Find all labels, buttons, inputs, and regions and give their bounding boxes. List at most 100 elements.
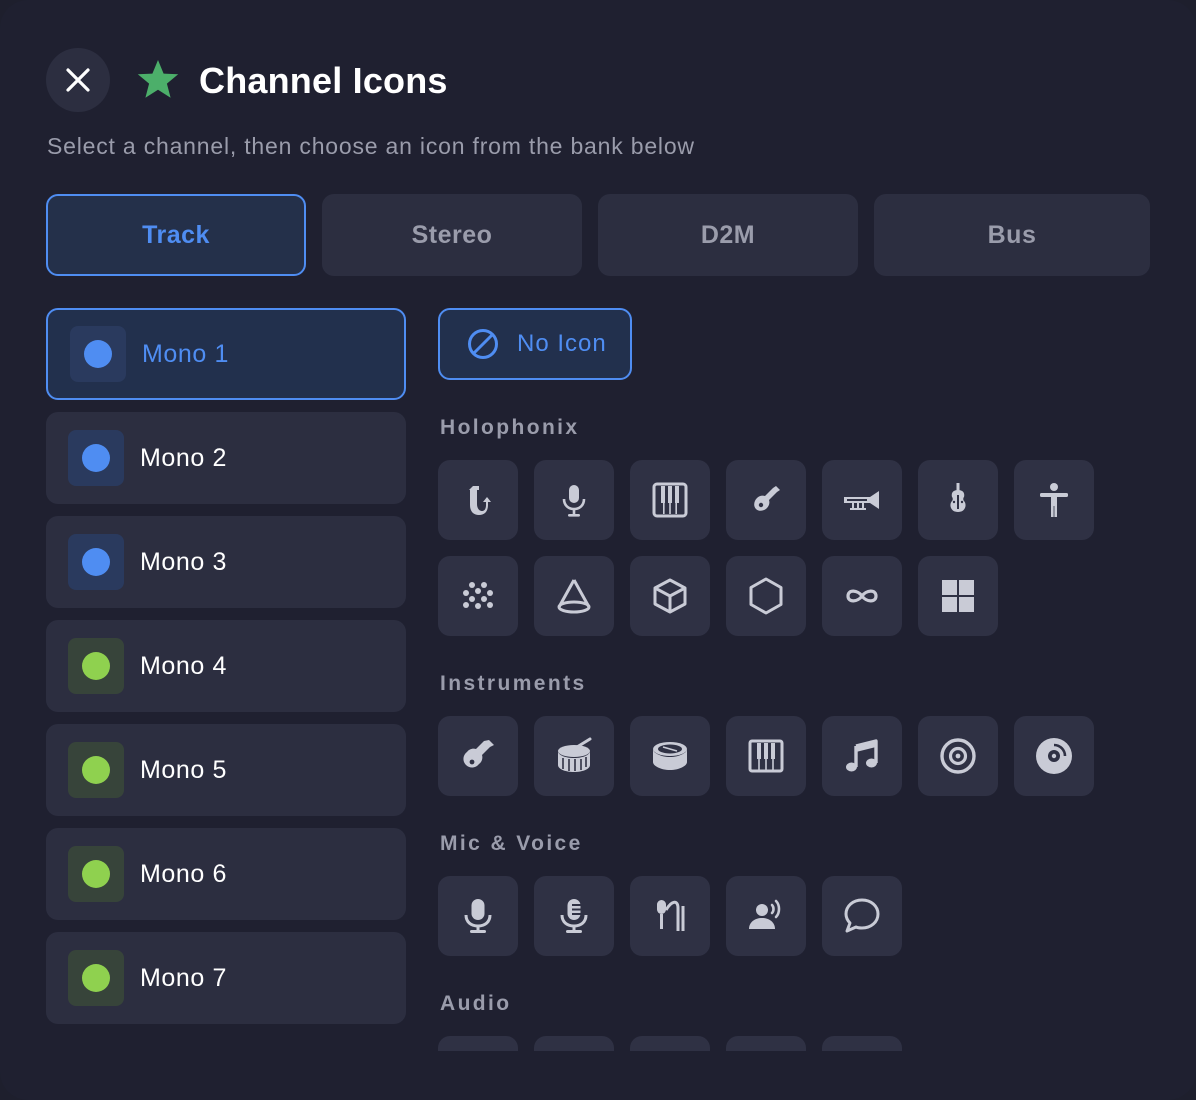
hexagon-icon (749, 577, 783, 615)
microphone-icon (464, 899, 492, 933)
icon-tile-trumpet[interactable] (822, 460, 902, 540)
saxophone-icon (469, 486, 491, 515)
channel-label: Mono 7 (140, 963, 227, 992)
section-title-holophonix: Holophonix (440, 416, 580, 439)
channel-color-dot (82, 444, 110, 472)
icon-tile-audio-2[interactable] (534, 1036, 614, 1051)
channel-color-dot (82, 964, 110, 992)
grid-icon (942, 580, 974, 612)
channel-label: Mono 2 (140, 443, 227, 472)
channel-label: Mono 3 (140, 547, 227, 576)
channel-color-dot (82, 756, 110, 784)
icon-tile-violin[interactable] (918, 460, 998, 540)
tab-bus[interactable]: Bus (874, 194, 1150, 276)
icon-tile-audio-1[interactable] (438, 1036, 518, 1051)
icon-tile-snare-drum[interactable] (630, 716, 710, 796)
icon-tile-audio-4[interactable] (726, 1036, 806, 1051)
dialog-subtitle: Select a channel, then choose an icon fr… (47, 133, 695, 159)
channel-color-swatch (68, 638, 124, 694)
icon-tile-infinity[interactable] (822, 556, 902, 636)
icon-tile-microphone-cable[interactable] (630, 876, 710, 956)
channel-item-mono-5[interactable]: Mono 5 (46, 724, 406, 816)
close-icon (66, 68, 90, 92)
channel-label: Mono 5 (140, 755, 227, 784)
section-title-instruments: Instruments (440, 672, 587, 695)
icon-tile-microphone[interactable] (438, 876, 518, 956)
channel-item-mono-1[interactable]: Mono 1 (46, 308, 406, 400)
channel-label: Mono 4 (140, 651, 227, 680)
keyboard-icon (652, 482, 688, 518)
icon-tile-record-disc[interactable] (918, 716, 998, 796)
channel-color-dot (84, 340, 112, 368)
trumpet-icon (844, 491, 879, 510)
icon-tile-audio-5[interactable] (822, 1036, 902, 1051)
icon-tile-audio-3[interactable] (630, 1036, 710, 1051)
icon-tile-piano-keys[interactable] (726, 716, 806, 796)
icon-tile-speech-bubble[interactable] (822, 876, 902, 956)
channel-color-swatch (68, 534, 124, 590)
close-button[interactable] (46, 48, 110, 112)
icon-tile-person[interactable] (1014, 460, 1094, 540)
person-speaking-icon (749, 899, 781, 929)
icon-tile-cube[interactable] (630, 556, 710, 636)
person-icon (1040, 483, 1068, 517)
channel-color-swatch (68, 846, 124, 902)
channel-color-dot (82, 548, 110, 576)
guitar-icon (754, 486, 780, 511)
channel-item-mono-4[interactable]: Mono 4 (46, 620, 406, 712)
icon-tile-keyboard[interactable] (630, 460, 710, 540)
icon-tile-guitar[interactable] (438, 716, 518, 796)
channel-color-swatch (68, 950, 124, 1006)
music-note-icon (846, 739, 878, 772)
icon-tile-music-note[interactable] (822, 716, 902, 796)
no-icon-button[interactable]: No Icon (438, 308, 632, 380)
microphone-lines-icon (560, 899, 588, 933)
channel-label: Mono 6 (140, 859, 227, 888)
icon-tile-microphone-lines[interactable] (534, 876, 614, 956)
icon-tile-microphone[interactable] (534, 460, 614, 540)
icon-tile-hexagon[interactable] (726, 556, 806, 636)
icon-tile-cone[interactable] (534, 556, 614, 636)
channel-color-swatch (68, 430, 124, 486)
section-title-mic-voice: Mic & Voice (440, 832, 583, 855)
violin-icon (950, 483, 966, 512)
no-icon-label: No Icon (517, 330, 607, 357)
channel-icons-dialog: Channel Icons Select a channel, then cho… (0, 0, 1196, 1100)
infinity-icon (846, 589, 878, 603)
tab-track[interactable]: Track (46, 194, 306, 276)
no-symbol-icon (468, 329, 498, 359)
audio-icons-clipped-row (430, 1020, 1130, 1051)
channel-item-mono-3[interactable]: Mono 3 (46, 516, 406, 608)
channel-item-mono-2[interactable]: Mono 2 (46, 412, 406, 504)
star-icon (137, 60, 179, 98)
icon-tile-guitar[interactable] (726, 460, 806, 540)
channel-label: Mono 1 (142, 339, 229, 368)
section-title-audio: Audio (440, 992, 512, 1015)
icon-tile-person-speaking[interactable] (726, 876, 806, 956)
microphone-icon (562, 485, 586, 517)
cube-icon (653, 578, 687, 614)
tab-stereo[interactable]: Stereo (322, 194, 582, 276)
piano-keys-icon (748, 739, 784, 773)
channel-color-swatch (70, 326, 126, 382)
snare-drum-icon (653, 742, 687, 770)
speech-bubble-icon (844, 898, 880, 933)
cone-icon (557, 579, 591, 614)
channel-color-dot (82, 652, 110, 680)
channel-color-swatch (68, 742, 124, 798)
guitar-icon (463, 740, 494, 768)
microphone-cable-icon (657, 900, 685, 931)
channel-item-mono-6[interactable]: Mono 6 (46, 828, 406, 920)
icon-tile-saxophone[interactable] (438, 460, 518, 540)
icon-tile-grid[interactable] (918, 556, 998, 636)
tab-d2m[interactable]: D2M (598, 194, 858, 276)
record-disc-icon (940, 738, 976, 774)
drum-icon (558, 737, 592, 772)
icon-tile-dots-cluster[interactable] (438, 556, 518, 636)
channel-item-mono-7[interactable]: Mono 7 (46, 932, 406, 1024)
channel-color-dot (82, 860, 110, 888)
icon-tile-vinyl[interactable] (1014, 716, 1094, 796)
dialog-title: Channel Icons (199, 60, 448, 101)
dots-cluster-icon (463, 582, 493, 609)
icon-tile-drum[interactable] (534, 716, 614, 796)
